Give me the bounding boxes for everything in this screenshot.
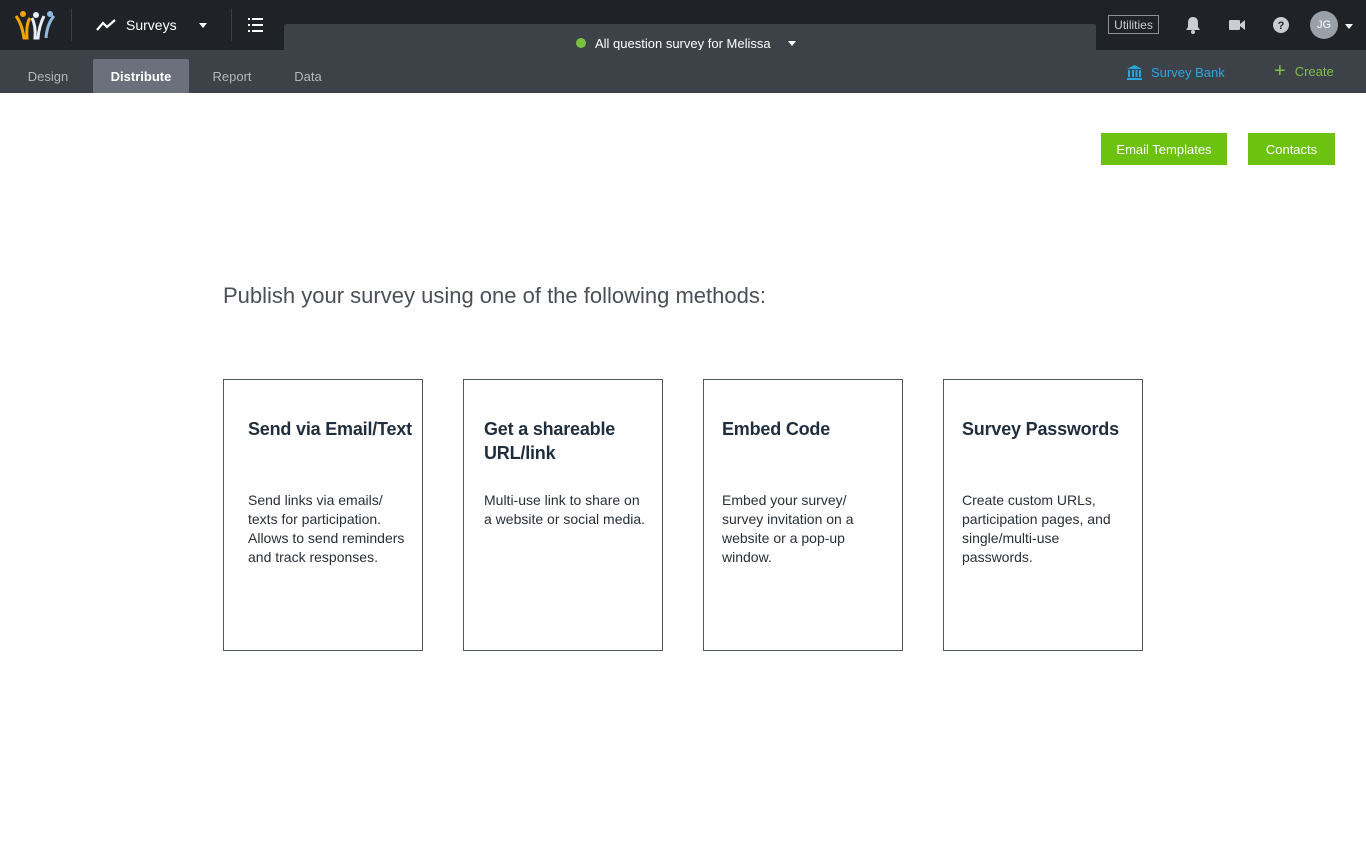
- method-card-survey-passwords[interactable]: Survey Passwords Create custom URLs, par…: [943, 379, 1143, 651]
- page-heading: Publish your survey using one of the fol…: [223, 283, 766, 308]
- contacts-button[interactable]: Contacts: [1248, 133, 1335, 165]
- tab-data[interactable]: Data: [276, 59, 340, 93]
- card-description: Embed your survey/ survey invitation on …: [722, 492, 854, 565]
- card-description: Send links via emails/ texts for partici…: [248, 492, 405, 565]
- method-card-shareable-link[interactable]: Get a shareable URL/link Multi-use link …: [463, 379, 663, 651]
- utilities-button[interactable]: Utilities: [1108, 15, 1159, 34]
- method-card-email[interactable]: Send via Email/Text Send links via email…: [223, 379, 423, 651]
- method-card-embed-code[interactable]: Embed Code Embed your survey/ survey inv…: [703, 379, 903, 651]
- create-button[interactable]: + Create: [1274, 61, 1334, 81]
- bank-icon: [1127, 64, 1142, 80]
- chevron-down-icon: [787, 40, 796, 46]
- plus-icon: +: [1274, 60, 1286, 82]
- chevron-down-icon[interactable]: [1345, 24, 1353, 29]
- avatar[interactable]: JG: [1310, 11, 1338, 39]
- svg-text:?: ?: [1278, 20, 1285, 32]
- surveys-menu-label: Surveys: [126, 17, 177, 33]
- card-title: Get a shareable URL/link: [484, 419, 616, 463]
- divider: [231, 9, 232, 41]
- survey-title: All question survey for Melissa: [595, 35, 771, 51]
- trend-icon: [96, 19, 116, 31]
- surveys-menu[interactable]: Surveys: [88, 0, 207, 50]
- video-icon[interactable]: [1228, 16, 1246, 34]
- app-logo-icon[interactable]: [14, 10, 56, 40]
- survey-bank-link[interactable]: Survey Bank: [1126, 61, 1225, 83]
- survey-bank-label: Survey Bank: [1151, 64, 1225, 80]
- list-icon[interactable]: [240, 15, 270, 35]
- tab-design[interactable]: Design: [0, 59, 96, 93]
- tab-report[interactable]: Report: [186, 59, 278, 93]
- divider: [71, 9, 72, 41]
- card-title: Survey Passwords: [962, 419, 1119, 439]
- create-label: Create: [1294, 63, 1334, 79]
- tab-distribute[interactable]: Distribute: [93, 59, 189, 93]
- email-templates-button[interactable]: Email Templates: [1101, 133, 1227, 165]
- status-dot: [576, 38, 586, 48]
- card-title: Send via Email/Text: [248, 419, 412, 439]
- help-icon[interactable]: ?: [1272, 16, 1290, 34]
- card-description: Multi-use link to share on a website or …: [484, 492, 646, 527]
- card-description: Create custom URLs, participation pages,…: [962, 492, 1111, 565]
- card-title: Embed Code: [722, 419, 831, 439]
- bell-icon[interactable]: [1184, 16, 1202, 34]
- chevron-down-icon: [198, 22, 207, 28]
